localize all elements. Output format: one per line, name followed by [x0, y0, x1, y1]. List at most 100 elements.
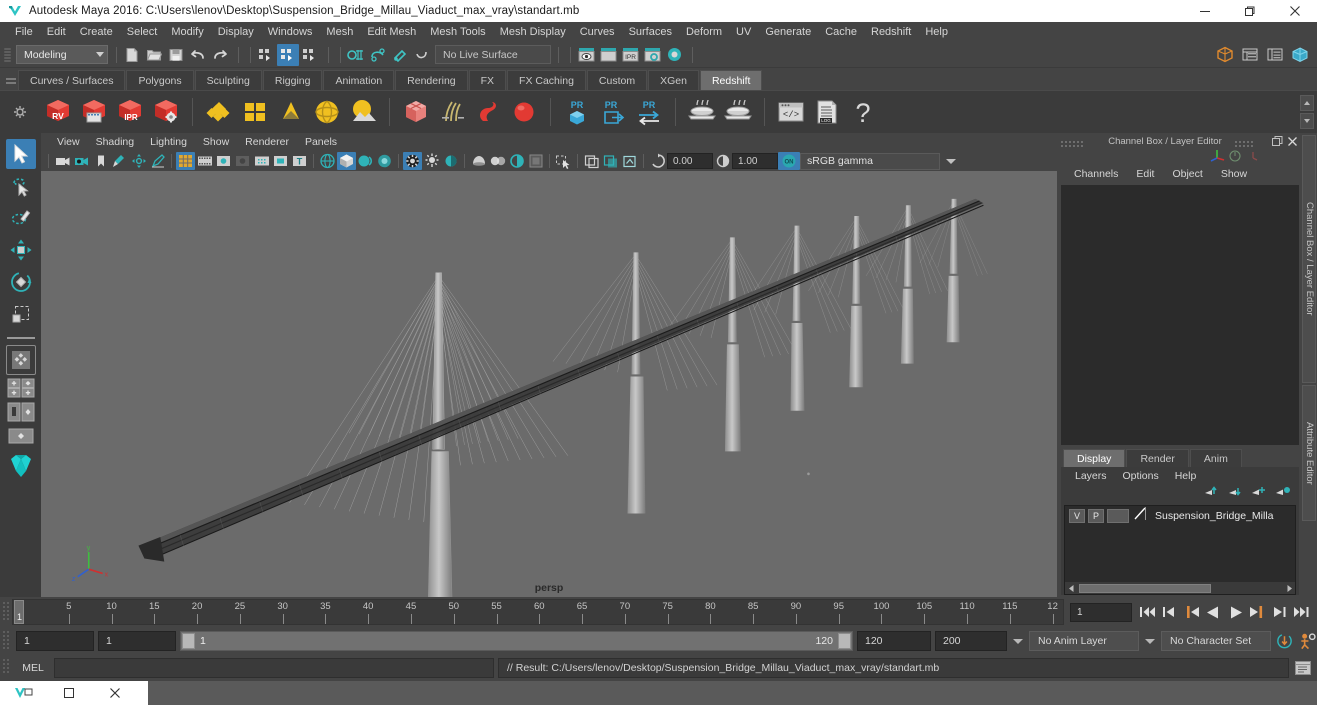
ipr-render-icon[interactable]: IPR	[619, 44, 641, 66]
anim-layer-chevron-down-icon[interactable]	[1011, 631, 1025, 651]
viewport-menu-shading[interactable]: Shading	[88, 133, 143, 151]
show-hide-channel-box-icon[interactable]	[1289, 44, 1311, 66]
snap-to-grid-icon[interactable]	[345, 44, 367, 66]
select-by-object-icon[interactable]	[277, 43, 299, 66]
redshift-material-blender-icon[interactable]	[237, 93, 273, 131]
vtab-attribute-editor[interactable]: Attribute Editor	[1302, 385, 1316, 521]
channelbox-menu-show[interactable]: Show	[1212, 163, 1256, 185]
redshift-hair-icon[interactable]	[434, 93, 470, 131]
range-start-handle[interactable]	[182, 633, 195, 649]
new-scene-icon[interactable]	[121, 44, 143, 66]
auto-keyframe-icon[interactable]	[1275, 631, 1294, 651]
layer-list[interactable]: V P Suspension_Bridge_Milla	[1064, 505, 1296, 595]
playback-end-time-field[interactable]: 120	[857, 631, 931, 651]
menu-mesh-display[interactable]: Mesh Display	[493, 22, 573, 42]
redo-icon[interactable]	[209, 44, 231, 66]
minimize-icon[interactable]	[1182, 0, 1227, 22]
lock-camera-icon[interactable]	[72, 152, 91, 170]
live-surface-field[interactable]: No Live Surface	[435, 45, 551, 64]
table-row[interactable]: V P Suspension_Bridge_Milla	[1065, 506, 1295, 524]
resolution-gate-icon[interactable]	[214, 152, 233, 170]
toolbar-grip[interactable]	[4, 45, 13, 65]
film-origin-icon[interactable]	[252, 152, 271, 170]
menu-uv[interactable]: UV	[729, 22, 758, 42]
shelf-scroll-down-icon[interactable]	[1300, 113, 1314, 129]
menu-mesh-tools[interactable]: Mesh Tools	[423, 22, 492, 42]
color-management-icon[interactable]: ON	[778, 152, 800, 170]
new-layer-from-selected-icon[interactable]	[1275, 485, 1291, 503]
menu-mesh[interactable]: Mesh	[319, 22, 360, 42]
scroll-right-icon[interactable]	[1283, 582, 1295, 594]
channelbox-menu-object[interactable]: Object	[1163, 163, 1211, 185]
render-settings-icon[interactable]	[641, 44, 663, 66]
step-back-frame-icon[interactable]	[1182, 602, 1201, 622]
maya-taskbar-icon[interactable]	[0, 681, 46, 705]
time-slider[interactable]: 1 5 10 15 20 25 30 35 40 45 50 55 60 65 70 75 80 85 90 95 1…	[12, 599, 1064, 625]
xray-active-components-icon[interactable]	[620, 152, 639, 170]
layer-color-swatch[interactable]	[1132, 506, 1148, 526]
redshift-proxy-export-icon[interactable]: PR	[595, 93, 631, 131]
menu-surfaces[interactable]: Surfaces	[622, 22, 679, 42]
shelf-tab-custom[interactable]: Custom	[586, 70, 648, 90]
step-forward-frame-icon[interactable]	[1248, 602, 1267, 622]
hypershade-icon[interactable]	[663, 44, 685, 66]
wireframe-icon[interactable]	[318, 152, 337, 170]
layer-list-hscrollbar[interactable]	[1065, 582, 1295, 594]
scrollbar-thumb[interactable]	[1079, 583, 1211, 593]
new-layer-icon[interactable]	[1251, 485, 1267, 503]
exposure-icon[interactable]	[648, 152, 667, 170]
exposure-value[interactable]: 0.00	[667, 153, 713, 169]
viewport-menu-lighting[interactable]: Lighting	[142, 133, 195, 151]
range-slider[interactable]: 1 120	[180, 631, 853, 651]
scale-tool[interactable]	[6, 299, 36, 329]
character-set-chevron-down-icon[interactable]	[1143, 631, 1157, 651]
snap-to-point-icon[interactable]	[389, 44, 411, 66]
snap-to-curve-icon[interactable]	[367, 44, 389, 66]
menu-file[interactable]: File	[8, 22, 40, 42]
undock-icon[interactable]	[1270, 135, 1284, 148]
redshift-bake-render-icon[interactable]	[720, 93, 756, 131]
scroll-left-icon[interactable]	[1065, 582, 1077, 594]
ambient-occlusion-icon[interactable]	[469, 152, 488, 170]
redshift-ipr-icon[interactable]: IPR	[112, 93, 148, 131]
menu-create[interactable]: Create	[73, 22, 120, 42]
menu-help[interactable]: Help	[918, 22, 955, 42]
textured-icon[interactable]	[403, 152, 422, 170]
range-slider-grip[interactable]	[2, 628, 12, 654]
text-overlay-icon[interactable]: T	[290, 152, 309, 170]
redshift-light-physical-sun-icon[interactable]	[345, 93, 381, 131]
redshift-bake-set-icon[interactable]	[684, 93, 720, 131]
restore-icon[interactable]	[1227, 0, 1272, 22]
menu-select[interactable]: Select	[120, 22, 165, 42]
select-by-component-icon[interactable]	[299, 44, 321, 66]
redshift-proxy-icon[interactable]	[398, 93, 434, 131]
gamma-icon[interactable]	[713, 152, 732, 170]
shelf-scroll-up-icon[interactable]	[1300, 95, 1314, 111]
play-backwards-icon[interactable]	[1204, 602, 1223, 622]
help-menu[interactable]: Help	[1167, 467, 1205, 485]
color-profile-chevron-down-icon[interactable]	[940, 153, 962, 170]
select-by-hierarchy-icon[interactable]	[255, 44, 277, 66]
menu-curves[interactable]: Curves	[573, 22, 622, 42]
tab-display[interactable]: Display	[1063, 449, 1126, 467]
restore-taskbar-icon[interactable]	[46, 681, 92, 705]
range-end-handle[interactable]	[838, 633, 851, 649]
channel-box-content[interactable]	[1061, 185, 1299, 445]
close-taskbar-icon[interactable]	[92, 681, 138, 705]
go-to-end-icon[interactable]	[1292, 602, 1311, 622]
multisample-icon[interactable]	[507, 152, 526, 170]
step-back-keyframe-icon[interactable]	[1160, 602, 1179, 622]
bookmark-icon[interactable]	[91, 152, 110, 170]
render-view-icon[interactable]	[575, 44, 597, 66]
undo-icon[interactable]	[187, 44, 209, 66]
shelf-tab-sculpting[interactable]: Sculpting	[194, 70, 262, 90]
gamma-value[interactable]: 1.00	[732, 153, 778, 169]
shelf-tab-curves-surfaces[interactable]: Curves / Surfaces	[18, 70, 126, 90]
color-profile-selector[interactable]: sRGB gamma	[800, 152, 940, 170]
single-persp-layout[interactable]	[6, 425, 36, 447]
move-layer-up-icon[interactable]	[1203, 485, 1219, 503]
redshift-render-sequence-icon[interactable]	[76, 93, 112, 131]
menu-redshift[interactable]: Redshift	[864, 22, 918, 42]
redshift-sphere-primitive-icon[interactable]	[506, 93, 542, 131]
xray-joints-icon[interactable]	[601, 152, 620, 170]
